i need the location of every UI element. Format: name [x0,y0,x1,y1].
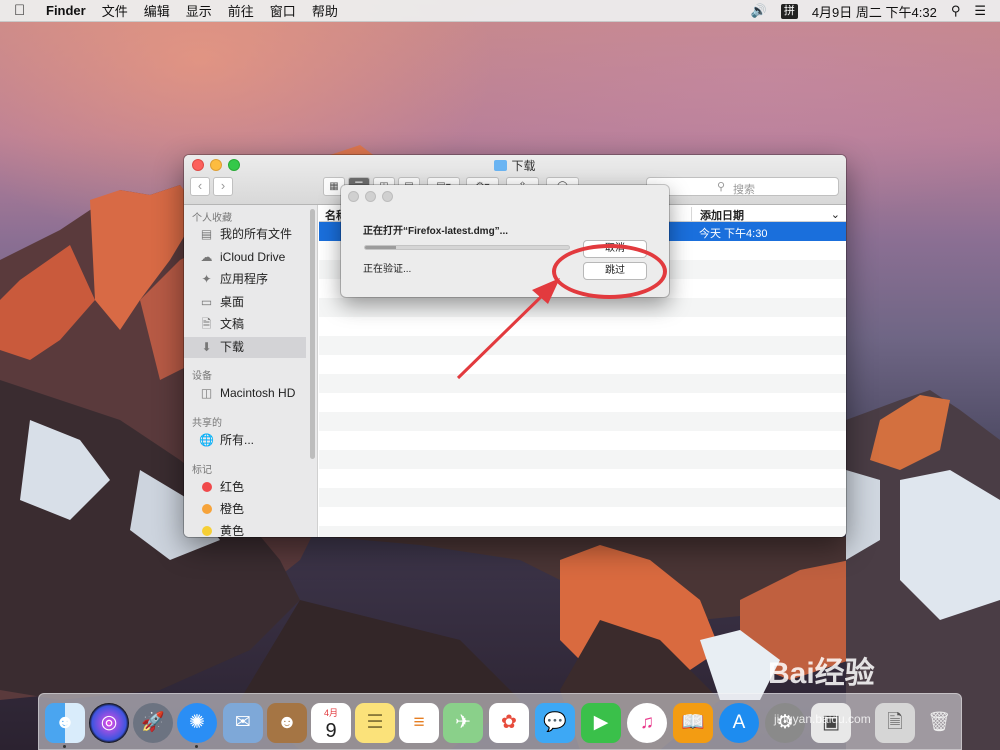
downloads-stack-icon[interactable]: 🗎 [875,703,915,743]
baidu-watermark: Bai经验 [768,657,875,690]
ibooks-icon[interactable]: 📖 [673,703,713,743]
finder-icon[interactable]: ☻ [45,703,85,743]
mail-icon[interactable]: ✉ [223,703,263,743]
contacts-icon[interactable]: ☻ [267,703,307,743]
maps-icon[interactable]: ✈ [443,703,483,743]
safari-icon[interactable]: ✺ [177,703,217,743]
app-store-icon[interactable]: A [719,703,759,743]
calendar-month: 4月 [323,708,338,718]
calendar-icon[interactable]: 4月 9 [311,703,351,743]
red-arrow-annotation [456,278,560,380]
facetime-icon[interactable]: ▶ [581,703,621,743]
trash-icon[interactable]: 🗑 [919,703,959,743]
running-indicator [63,745,66,748]
calendar-day: 9 [325,720,337,742]
photos-icon[interactable]: ✿ [489,703,529,743]
notes-icon[interactable]: ☰ [355,703,395,743]
baidu-watermark-url: jingyan.baidu.com [774,712,871,726]
messages-icon[interactable]: 💬 [535,703,575,743]
itunes-icon[interactable]: ♫ [627,703,667,743]
running-indicator [195,745,198,748]
launchpad-icon[interactable]: 🚀 [133,703,173,743]
siri-icon[interactable]: ◎ [89,703,129,743]
reminders-icon[interactable]: ≡ [399,703,439,743]
